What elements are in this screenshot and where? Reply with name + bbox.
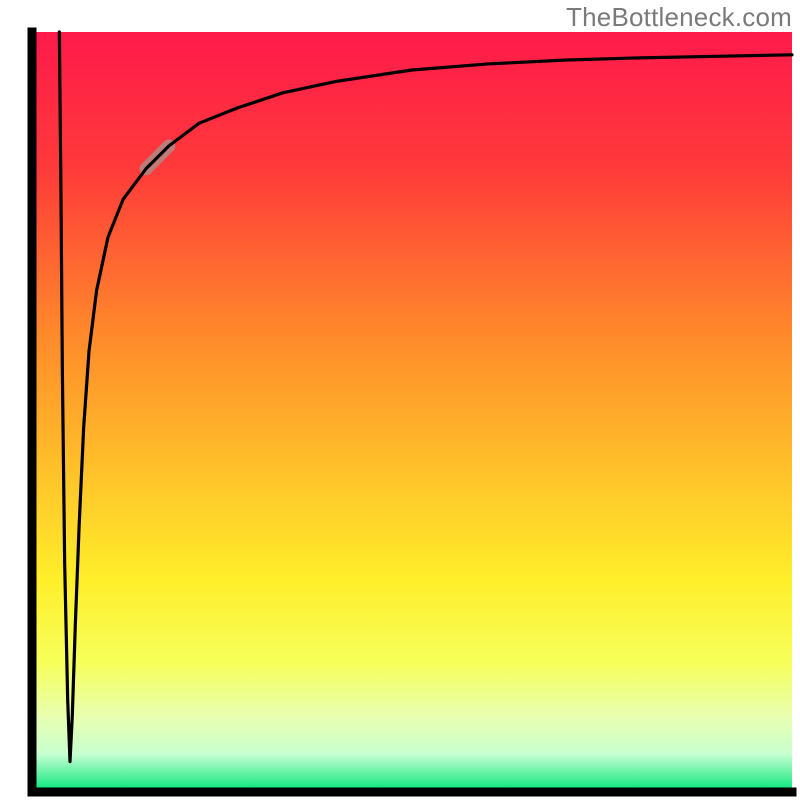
chart-svg xyxy=(0,0,800,800)
watermark-label: TheBottleneck.com xyxy=(566,2,792,33)
chart-stage: TheBottleneck.com xyxy=(0,0,800,800)
plot-background xyxy=(32,32,792,792)
